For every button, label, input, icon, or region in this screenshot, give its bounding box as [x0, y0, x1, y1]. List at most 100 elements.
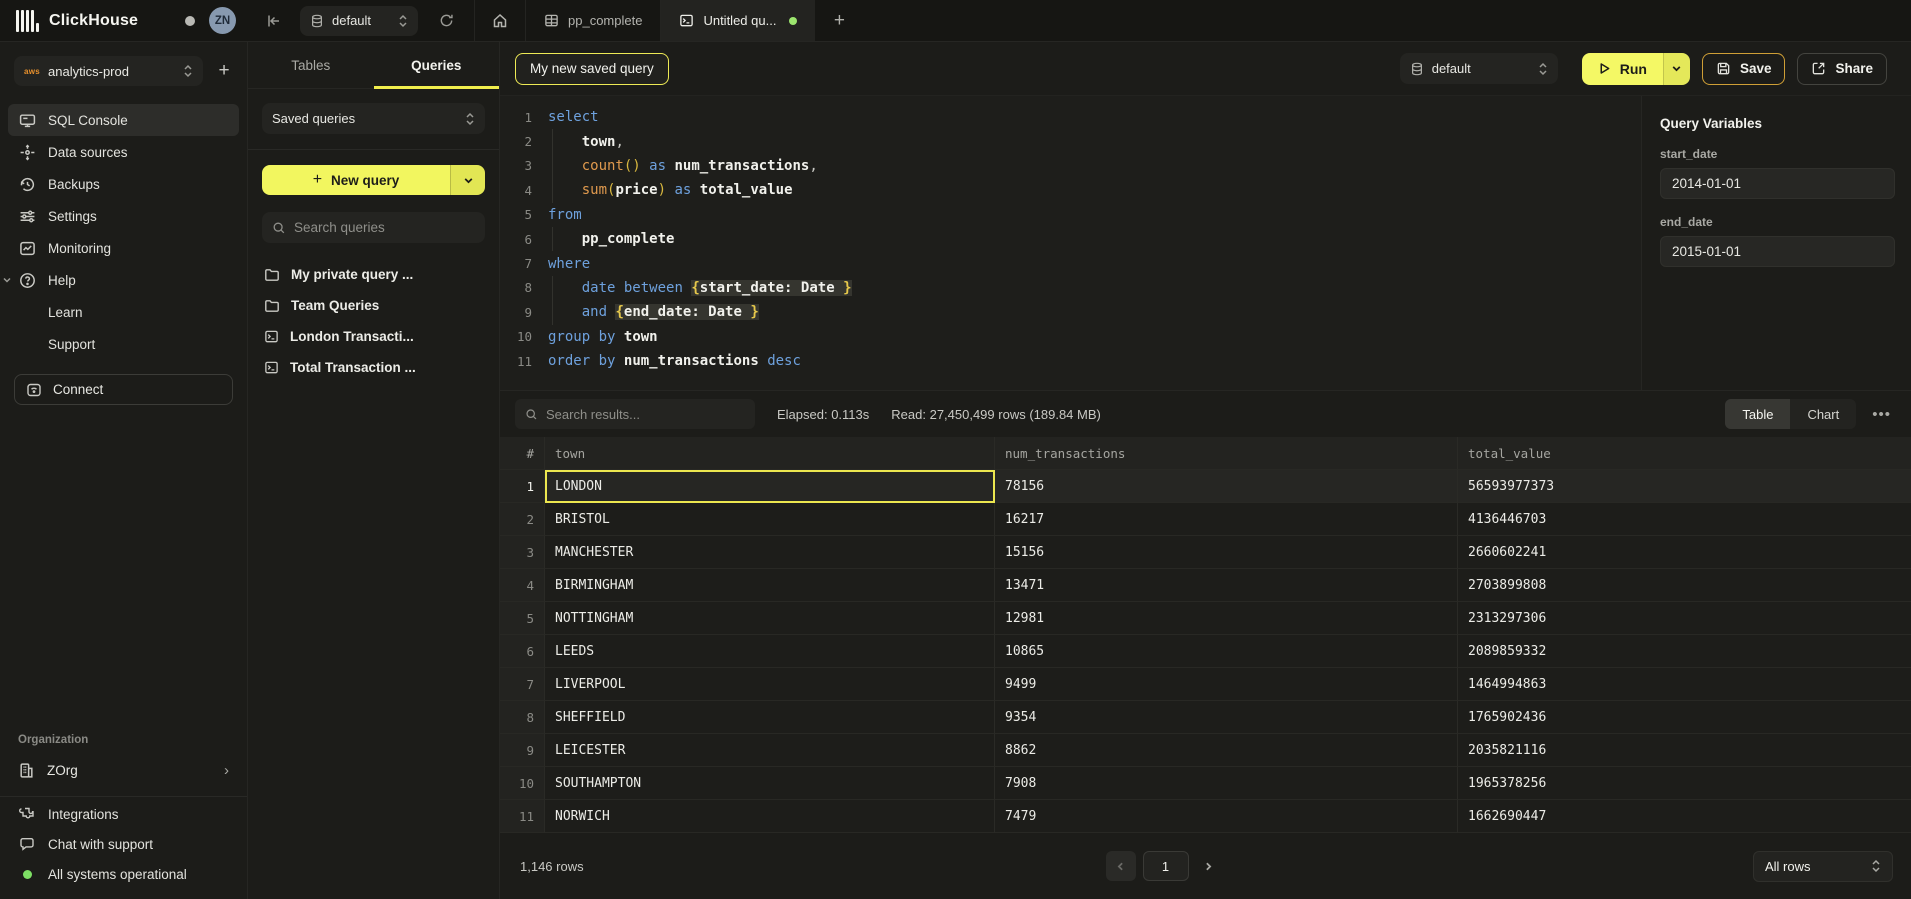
saved-query-tab[interactable]: My new saved query — [515, 53, 669, 85]
town-cell[interactable]: SHEFFIELD — [545, 701, 995, 734]
sidebar-item-integrations[interactable]: Integrations — [8, 799, 239, 829]
sidebar-item-chat-support[interactable]: Chat with support — [8, 829, 239, 859]
total-value-cell[interactable]: 2035821116 — [1458, 734, 1911, 767]
run-options-caret[interactable] — [1663, 53, 1690, 85]
town-cell[interactable]: LIVERPOOL — [545, 668, 995, 701]
next-page-button[interactable] — [1196, 851, 1222, 881]
sidebar-item-system-status[interactable]: All systems operational — [8, 859, 239, 889]
num-transactions-cell[interactable]: 8862 — [995, 734, 1458, 767]
town-cell[interactable]: LEICESTER — [545, 734, 995, 767]
search-results-input[interactable]: Search results... — [515, 399, 755, 429]
more-options-icon[interactable]: ••• — [1856, 406, 1897, 423]
total-value-cell[interactable]: 2313297306 — [1458, 602, 1911, 635]
save-button[interactable]: Save — [1702, 53, 1786, 85]
table-row[interactable]: 11NORWICH74791662690447 — [500, 800, 1911, 833]
add-service-button[interactable]: + — [213, 60, 235, 82]
town-cell[interactable]: SOUTHAMPTON — [545, 767, 995, 800]
code-line[interactable]: 5from — [500, 203, 1641, 227]
code-line[interactable]: 3 count() as num_transactions, — [500, 154, 1641, 178]
page-size-select[interactable]: All rows — [1753, 851, 1893, 882]
total-value-cell[interactable]: 1662690447 — [1458, 800, 1911, 833]
new-query-caret[interactable] — [450, 165, 485, 195]
total-value-cell[interactable]: 4136446703 — [1458, 503, 1911, 536]
town-cell[interactable]: BIRMINGHAM — [545, 569, 995, 602]
row-index-cell[interactable]: 5 — [500, 602, 545, 635]
query-list-item-folder[interactable]: My private query ... — [262, 259, 485, 290]
sidebar-item-backups[interactable]: Backups — [8, 168, 239, 200]
server-select[interactable]: aws analytics-prod — [14, 56, 203, 86]
sidebar-item-support[interactable]: Support — [8, 328, 239, 360]
collapse-panel-icon[interactable] — [248, 0, 300, 41]
total-value-cell[interactable]: 1765902436 — [1458, 701, 1911, 734]
column-header-town[interactable]: town — [545, 437, 995, 470]
row-index-cell[interactable]: 2 — [500, 503, 545, 536]
num-transactions-cell[interactable]: 15156 — [995, 536, 1458, 569]
row-index-cell[interactable]: 8 — [500, 701, 545, 734]
num-transactions-cell[interactable]: 9354 — [995, 701, 1458, 734]
editor-database-select[interactable]: default — [1400, 53, 1558, 84]
num-transactions-cell[interactable]: 10865 — [995, 635, 1458, 668]
sidebar-item-learn[interactable]: Learn — [8, 296, 239, 328]
total-value-cell[interactable]: 1965378256 — [1458, 767, 1911, 800]
sidebar-item-settings[interactable]: Settings — [8, 200, 239, 232]
start-date-input[interactable]: 2014-01-01 — [1660, 168, 1895, 199]
tab-pp-complete[interactable]: pp_complete — [525, 0, 660, 41]
town-cell[interactable]: MANCHESTER — [545, 536, 995, 569]
new-query-button[interactable]: + New query — [262, 165, 485, 195]
row-index-cell[interactable]: 9 — [500, 734, 545, 767]
avatar[interactable]: ZN — [209, 7, 236, 34]
table-row[interactable]: 10SOUTHAMPTON79081965378256 — [500, 767, 1911, 800]
query-list-item-folder[interactable]: Team Queries — [262, 290, 485, 321]
table-row[interactable]: 1LONDON7815656593977373 — [500, 470, 1911, 503]
code-line[interactable]: 6 pp_complete — [500, 227, 1641, 251]
notification-dot-icon[interactable] — [185, 16, 195, 26]
town-cell[interactable]: NORWICH — [545, 800, 995, 833]
table-row[interactable]: 5NOTTINGHAM129812313297306 — [500, 602, 1911, 635]
column-header-index[interactable]: # — [500, 437, 545, 470]
table-row[interactable]: 6LEEDS108652089859332 — [500, 635, 1911, 668]
town-cell[interactable]: LEEDS — [545, 635, 995, 668]
saved-queries-select[interactable]: Saved queries — [262, 103, 485, 134]
tab-tables[interactable]: Tables — [248, 42, 374, 88]
num-transactions-cell[interactable]: 13471 — [995, 569, 1458, 602]
total-value-cell[interactable]: 56593977373 — [1458, 470, 1911, 503]
table-row[interactable]: 7LIVERPOOL94991464994863 — [500, 668, 1911, 701]
row-index-cell[interactable]: 7 — [500, 668, 545, 701]
code-line[interactable]: 11order by num_transactions desc — [500, 349, 1641, 373]
row-index-cell[interactable]: 1 — [500, 470, 545, 503]
view-toggle-table[interactable]: Table — [1725, 399, 1790, 429]
code-line[interactable]: 1select — [500, 105, 1641, 129]
table-row[interactable]: 2BRISTOL162174136446703 — [500, 503, 1911, 536]
query-list-item-query[interactable]: Total Transaction ... — [262, 352, 485, 383]
sidebar-item-data-sources[interactable]: Data sources — [8, 136, 239, 168]
previous-page-button[interactable] — [1106, 851, 1136, 881]
num-transactions-cell[interactable]: 7908 — [995, 767, 1458, 800]
table-row[interactable]: 8SHEFFIELD93541765902436 — [500, 701, 1911, 734]
table-row[interactable]: 3MANCHESTER151562660602241 — [500, 536, 1911, 569]
num-transactions-cell[interactable]: 12981 — [995, 602, 1458, 635]
share-button[interactable]: Share — [1797, 53, 1887, 85]
sidebar-item-help[interactable]: Help — [8, 264, 239, 296]
code-line[interactable]: 10group by town — [500, 325, 1641, 349]
column-header-num-transactions[interactable]: num_transactions — [995, 437, 1458, 470]
page-number-input[interactable]: 1 — [1143, 851, 1189, 881]
code-line[interactable]: 4 sum(price) as total_value — [500, 178, 1641, 202]
database-select[interactable]: default — [300, 6, 418, 36]
sidebar-item-sql-console[interactable]: SQL Console — [8, 104, 239, 136]
row-index-cell[interactable]: 10 — [500, 767, 545, 800]
tab-untitled-query[interactable]: Untitled qu... — [660, 0, 815, 41]
tab-home[interactable] — [474, 0, 525, 41]
table-row[interactable]: 9LEICESTER88622035821116 — [500, 734, 1911, 767]
new-tab-button[interactable]: + — [815, 0, 863, 41]
total-value-cell[interactable]: 2089859332 — [1458, 635, 1911, 668]
code-line[interactable]: 8 date between {start_date: Date } — [500, 276, 1641, 300]
row-index-cell[interactable]: 6 — [500, 635, 545, 668]
row-index-cell[interactable]: 11 — [500, 800, 545, 833]
town-cell[interactable]: BRISTOL — [545, 503, 995, 536]
row-index-cell[interactable]: 3 — [500, 536, 545, 569]
query-list-item-query[interactable]: London Transacti... — [262, 321, 485, 352]
connect-button[interactable]: Connect — [14, 374, 233, 405]
table-row[interactable]: 4BIRMINGHAM134712703899808 — [500, 569, 1911, 602]
num-transactions-cell[interactable]: 7479 — [995, 800, 1458, 833]
end-date-input[interactable]: 2015-01-01 — [1660, 236, 1895, 267]
